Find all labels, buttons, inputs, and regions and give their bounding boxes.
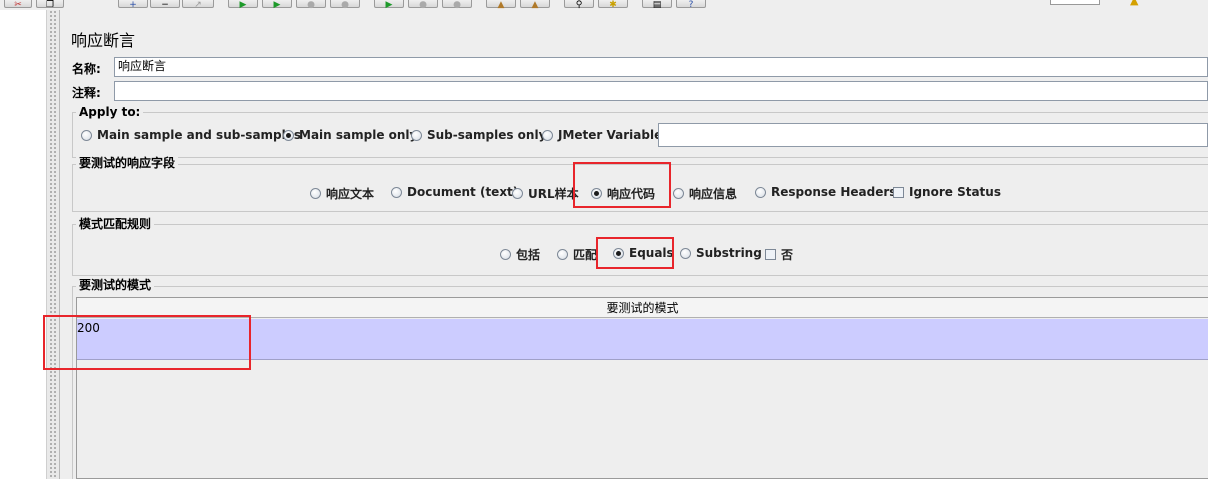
- radio-icon: [512, 188, 523, 199]
- field-document-text-radio[interactable]: Document (text): [391, 185, 518, 199]
- pattern-rules-legend: 模式匹配规则: [76, 217, 155, 231]
- radio-icon: [391, 186, 402, 198]
- toolbar: ✂ ❐ + − ↗ ▶ ▶ ● ● ▶ ● ● ▲ ▲ ⚲ ✱ ▤ ? ▲: [0, 0, 1208, 10]
- rule-substring-radio[interactable]: Substring: [680, 246, 762, 260]
- rule-not-checkbox[interactable]: 否: [765, 246, 793, 263]
- field-response-headers-radio[interactable]: Response Headers: [755, 185, 896, 199]
- search-icon[interactable]: ⚲: [564, 0, 594, 10]
- radio-icon: [755, 186, 766, 198]
- rule-contains-radio[interactable]: 包括: [500, 246, 540, 263]
- radio-icon: [673, 188, 684, 199]
- shutdown-icon[interactable]: ●: [330, 0, 360, 10]
- name-field[interactable]: 响应断言: [114, 57, 1208, 77]
- apply-sub-only-radio[interactable]: Sub-samples only: [411, 128, 546, 142]
- thread-counter: [1050, 0, 1100, 5]
- start-no-pause-icon[interactable]: ▶: [262, 0, 292, 10]
- ignore-status-checkbox[interactable]: Ignore Status: [893, 185, 1001, 199]
- radio-icon: [310, 188, 321, 199]
- table-empty-area[interactable]: [77, 360, 1208, 478]
- warning-icon[interactable]: ▲: [1130, 0, 1138, 7]
- field-response-message-radio[interactable]: 响应信息: [673, 185, 737, 202]
- function-helper-icon[interactable]: ▤: [642, 0, 672, 10]
- patterns-legend: 要测试的模式: [76, 278, 155, 292]
- radio-icon: [81, 129, 92, 141]
- test-plan-tree[interactable]: [0, 10, 46, 479]
- name-label: 名称:: [72, 62, 101, 76]
- highlight-equals: [596, 237, 674, 269]
- toggle-icon[interactable]: ↗: [182, 0, 214, 10]
- collapse-icon[interactable]: −: [150, 0, 180, 10]
- page-title: 响应断言: [71, 31, 136, 50]
- radio-selected-icon: [283, 129, 294, 141]
- field-url-sample-radio[interactable]: URL样本: [512, 185, 579, 202]
- apply-to-legend: Apply to:: [76, 105, 144, 119]
- clear-icon[interactable]: ▲: [486, 0, 516, 10]
- comment-field[interactable]: [114, 81, 1208, 101]
- rule-matches-radio[interactable]: 匹配: [557, 246, 597, 263]
- clear-all-icon[interactable]: ▲: [520, 0, 550, 10]
- radio-icon: [557, 249, 568, 260]
- split-pane-divider[interactable]: [46, 10, 60, 479]
- remote-stop-icon[interactable]: ●: [408, 0, 438, 10]
- checkbox-icon: [765, 249, 776, 260]
- help-icon[interactable]: ?: [676, 0, 706, 10]
- remote-shutdown-icon[interactable]: ●: [442, 0, 472, 10]
- apply-main-and-sub-radio[interactable]: Main sample and sub-samples: [81, 128, 301, 142]
- jmeter-variable-input[interactable]: [658, 123, 1208, 147]
- apply-jmeter-variable-radio[interactable]: JMeter Variable: [542, 128, 662, 142]
- stop-icon[interactable]: ●: [296, 0, 326, 10]
- remote-start-icon[interactable]: ▶: [374, 0, 404, 10]
- response-field-legend: 要测试的响应字段: [76, 156, 179, 170]
- start-icon[interactable]: ▶: [228, 0, 258, 10]
- radio-icon: [680, 247, 691, 259]
- reset-search-icon[interactable]: ✱: [598, 0, 628, 10]
- field-response-text-radio[interactable]: 响应文本: [310, 185, 374, 202]
- radio-icon: [500, 249, 511, 260]
- radio-icon: [542, 129, 553, 141]
- expand-icon[interactable]: +: [118, 0, 148, 10]
- scissors-icon[interactable]: ✂: [4, 0, 32, 10]
- apply-main-only-radio[interactable]: Main sample only: [283, 128, 417, 142]
- comment-label: 注释:: [72, 86, 101, 100]
- highlight-response-code: [573, 162, 671, 208]
- checkbox-icon: [893, 186, 904, 198]
- highlight-pattern-200: [43, 315, 251, 370]
- radio-icon: [411, 129, 422, 141]
- copy-icon[interactable]: ❐: [36, 0, 64, 10]
